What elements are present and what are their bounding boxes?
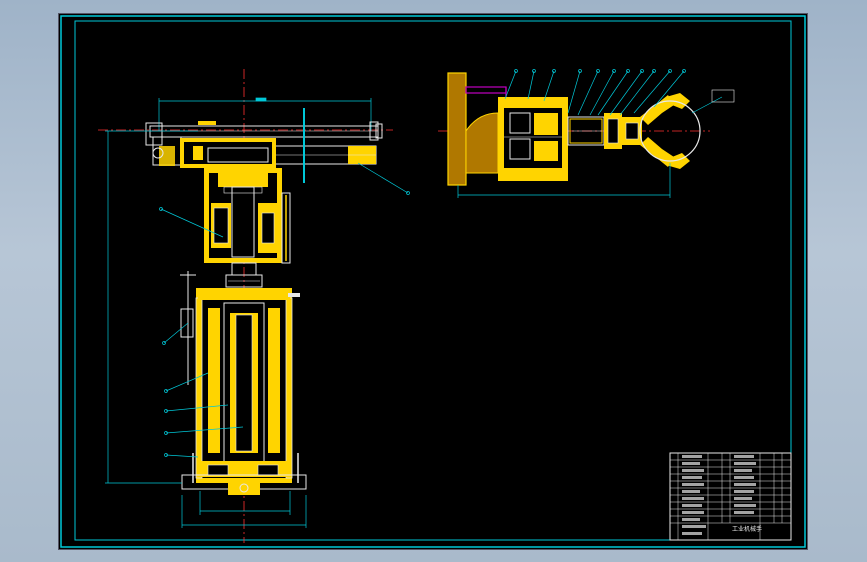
arm-cylinder [267, 108, 377, 183]
title-block-title: 工业机械手 [732, 525, 762, 533]
wrist-housing [498, 97, 568, 181]
arm-side-view [98, 69, 410, 543]
lift-column [195, 288, 300, 483]
gripper-actuator [567, 113, 622, 149]
mounting-flange [447, 72, 507, 186]
outer-frame [60, 15, 806, 548]
column-neck [225, 262, 263, 288]
title-block: 工业机械手 [669, 452, 792, 541]
rotary-block [204, 168, 291, 264]
height-dimension [105, 130, 198, 484]
cad-viewport[interactable]: 工业机械手 [58, 13, 808, 550]
shoulder-housing [180, 138, 276, 168]
cad-drawing: 工业机械手 [60, 15, 806, 548]
gripper-view [438, 69, 735, 198]
